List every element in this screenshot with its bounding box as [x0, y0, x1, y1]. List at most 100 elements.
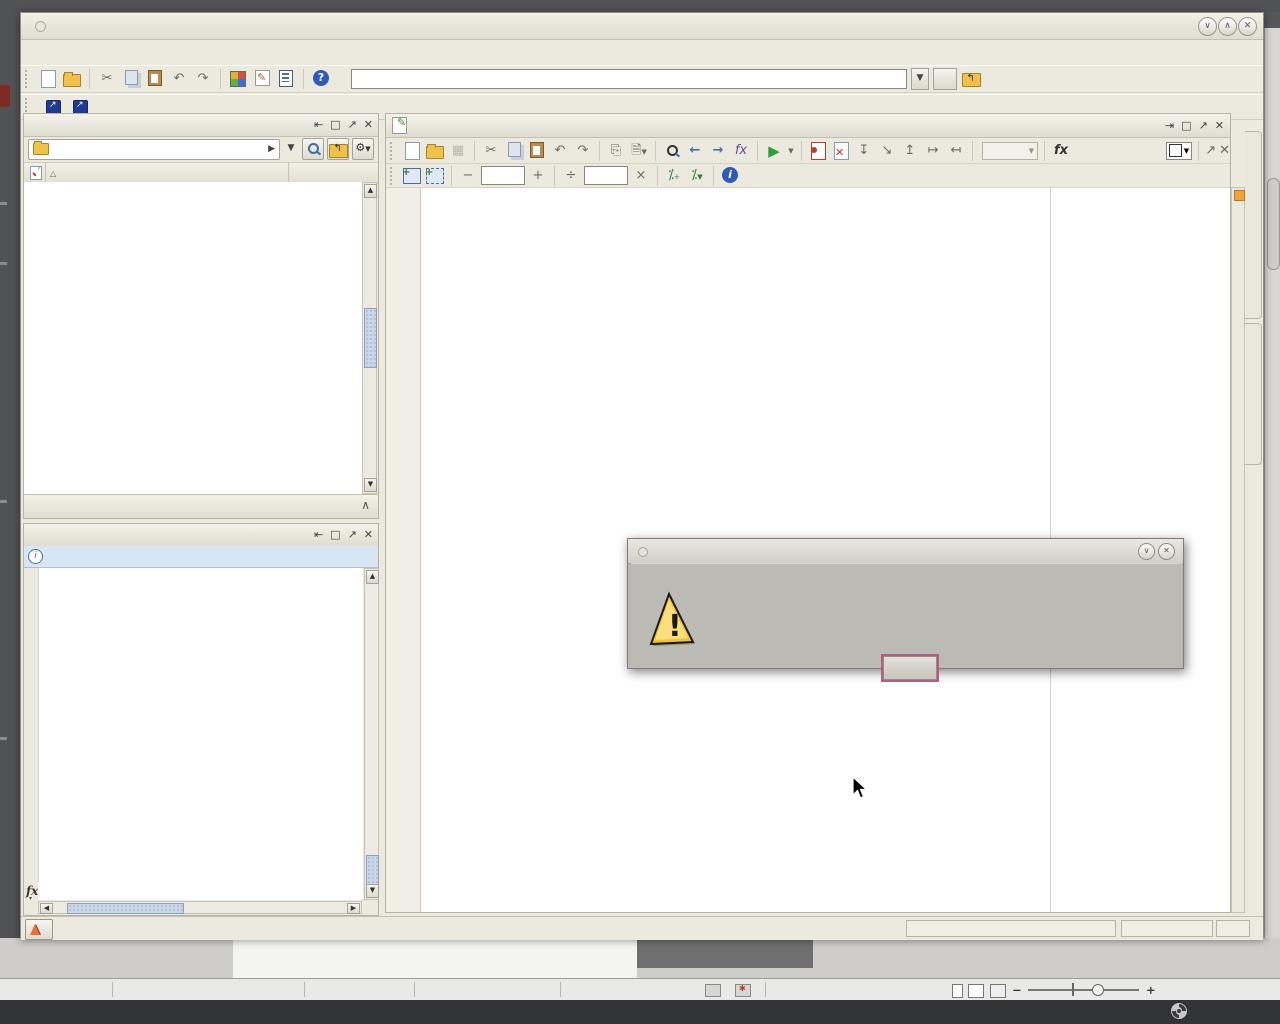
clear-breakpoints-icon[interactable]: ✕ [831, 141, 851, 161]
fx-icon[interactable]: fx [26, 884, 38, 898]
tab-workspace[interactable] [1245, 323, 1262, 465]
new-file-icon[interactable] [38, 69, 58, 89]
start-button[interactable] [25, 919, 53, 940]
cut-icon[interactable]: ✂ [481, 141, 501, 161]
go-back-icon[interactable]: ← [685, 141, 705, 161]
toolbar-drag-handle[interactable] [390, 142, 396, 160]
command-window-header[interactable]: ⇤ □ ↗ ✕ [24, 524, 378, 547]
dialog-menu-icon[interactable] [638, 547, 648, 557]
undo-icon[interactable]: ↶ [550, 141, 570, 161]
book-view-icon[interactable] [990, 984, 1006, 998]
split-screen-dropdown[interactable]: ▼ [1166, 142, 1192, 160]
minimize-icon[interactable]: ∨ [1198, 17, 1217, 36]
publish-info-icon[interactable]: i [720, 166, 740, 186]
scrollbar-thumb[interactable] [366, 855, 379, 885]
close-panel-icon[interactable]: ✕ [364, 528, 373, 541]
up-one-level-icon[interactable] [327, 138, 349, 160]
insert-mode-icon[interactable] [705, 984, 721, 997]
cut-icon[interactable]: ✂ [97, 69, 117, 89]
scroll-down-icon[interactable]: ▼ [364, 478, 377, 492]
set-breakpoint-icon[interactable] [808, 141, 828, 161]
go-forward-icon[interactable]: → [708, 141, 728, 161]
file-list-scrollbar[interactable]: ▲ ▼ [362, 182, 377, 494]
chevron-right-icon[interactable]: ▶ [268, 144, 275, 154]
stack-dropdown[interactable]: ▼ [982, 142, 1038, 160]
maximize-panel-icon[interactable]: □ [1181, 119, 1191, 132]
scroll-left-icon[interactable]: ◀ [40, 903, 53, 914]
print-preview-icon[interactable]: 🗎▼ [629, 141, 649, 161]
browse-folder-button[interactable] [933, 68, 957, 90]
zoom-in-icon[interactable]: + [1146, 983, 1156, 997]
divide-value-icon[interactable]: ÷ [561, 166, 581, 186]
paste-icon[interactable] [527, 141, 547, 161]
run-dropdown-icon[interactable]: ▼ [787, 141, 795, 161]
maximize-icon[interactable]: ∧ [1218, 17, 1237, 36]
cell-value-1[interactable] [481, 166, 525, 185]
zoom-out-icon[interactable]: − [1012, 983, 1022, 997]
open-file-icon[interactable] [62, 69, 82, 89]
undo-icon[interactable]: ↶ [169, 69, 189, 89]
copy-icon[interactable] [121, 69, 141, 89]
folder-dropdown-icon[interactable]: ▼ [911, 68, 929, 90]
close-editor-icon[interactable]: ✕ [1219, 143, 1230, 158]
collapse-details-icon[interactable]: ∧ [361, 498, 370, 512]
function-browser-icon[interactable]: fx [731, 141, 751, 161]
simulink-icon[interactable] [228, 69, 248, 89]
dialog-minimize-icon[interactable]: ∨ [1138, 543, 1155, 560]
maximize-panel-icon[interactable]: □ [330, 528, 340, 541]
editor-title-bar[interactable]: ⇥ □ ↗ ✕ [386, 114, 1230, 138]
window-menu-icon[interactable] [35, 21, 46, 32]
command-output-area[interactable] [38, 568, 363, 898]
redo-icon[interactable]: ↷ [193, 69, 213, 89]
dock-icon[interactable]: ⇤ [314, 528, 323, 541]
breadcrumb-dropdown-icon[interactable]: ▼ [283, 139, 299, 159]
command-window-scrollbar[interactable]: ▲ ▼ [364, 568, 379, 900]
undock-icon[interactable]: ↗ [348, 528, 357, 541]
toolbar-drag-handle[interactable] [390, 167, 396, 185]
scrollbar-thumb[interactable] [67, 903, 184, 914]
guide-icon[interactable] [252, 69, 272, 89]
command-window-hscrollbar[interactable]: ◀ ▶ [38, 901, 362, 914]
next-cell-icon[interactable] [425, 166, 445, 186]
single-page-view-icon[interactable] [952, 984, 963, 998]
find-icon[interactable] [662, 141, 682, 161]
up-folder-icon[interactable] [961, 69, 981, 89]
window-manager-icon[interactable] [1170, 1002, 1188, 1020]
scroll-down-icon[interactable]: ▼ [366, 884, 379, 898]
step-in-icon[interactable]: ↘ [877, 141, 897, 161]
step-out-icon[interactable]: ↥ [900, 141, 920, 161]
profiler-icon[interactable] [276, 69, 296, 89]
dock-icon[interactable]: ⇥ [1165, 119, 1174, 132]
undock-editor-icon[interactable]: ↗ [1205, 143, 1216, 158]
undock-icon[interactable]: ↗ [1199, 119, 1208, 132]
dock-icon[interactable]: ⇤ [314, 118, 323, 131]
comment-percent-dropdown-icon[interactable]: ⁒▼ [687, 166, 707, 186]
close-icon[interactable]: ✕ [1238, 17, 1257, 36]
actions-gear-icon[interactable]: ⚙▼ [352, 138, 374, 160]
scroll-up-icon[interactable]: ▲ [366, 570, 379, 584]
redo-icon[interactable]: ↷ [573, 141, 593, 161]
open-file-icon[interactable] [425, 141, 445, 161]
continue-icon[interactable]: ↦ [923, 141, 943, 161]
run-icon[interactable]: ▶ [764, 141, 784, 161]
maximize-panel-icon[interactable]: □ [330, 118, 340, 131]
comment-percent-icon[interactable]: ⁒+ [664, 166, 684, 186]
current-folder-header[interactable]: ⇤ □ ↗ ✕ [24, 114, 378, 137]
type-column-header[interactable] [30, 165, 44, 181]
breadcrumb[interactable]: ▶ [28, 139, 280, 160]
close-panel-icon[interactable]: ✕ [364, 118, 373, 131]
multiply-value-icon[interactable]: × [631, 166, 651, 186]
fx-help-icon[interactable]: fx [1051, 141, 1071, 161]
print-icon[interactable]: ⎘ [606, 141, 626, 161]
ok-button[interactable] [883, 656, 937, 680]
increase-value-icon[interactable]: + [528, 166, 548, 186]
multi-page-view-icon[interactable] [968, 984, 984, 998]
background-scrollbar-thumb[interactable] [1267, 178, 1280, 270]
current-folder-input[interactable] [351, 69, 907, 89]
command-prompt[interactable] [38, 882, 362, 900]
scroll-up-icon[interactable]: ▲ [364, 184, 377, 198]
help-icon[interactable]: ? [311, 69, 331, 89]
zoom-slider-knob[interactable] [1092, 984, 1104, 996]
zoom-slider-track2[interactable] [1104, 989, 1139, 991]
decrease-value-icon[interactable]: − [458, 166, 478, 186]
